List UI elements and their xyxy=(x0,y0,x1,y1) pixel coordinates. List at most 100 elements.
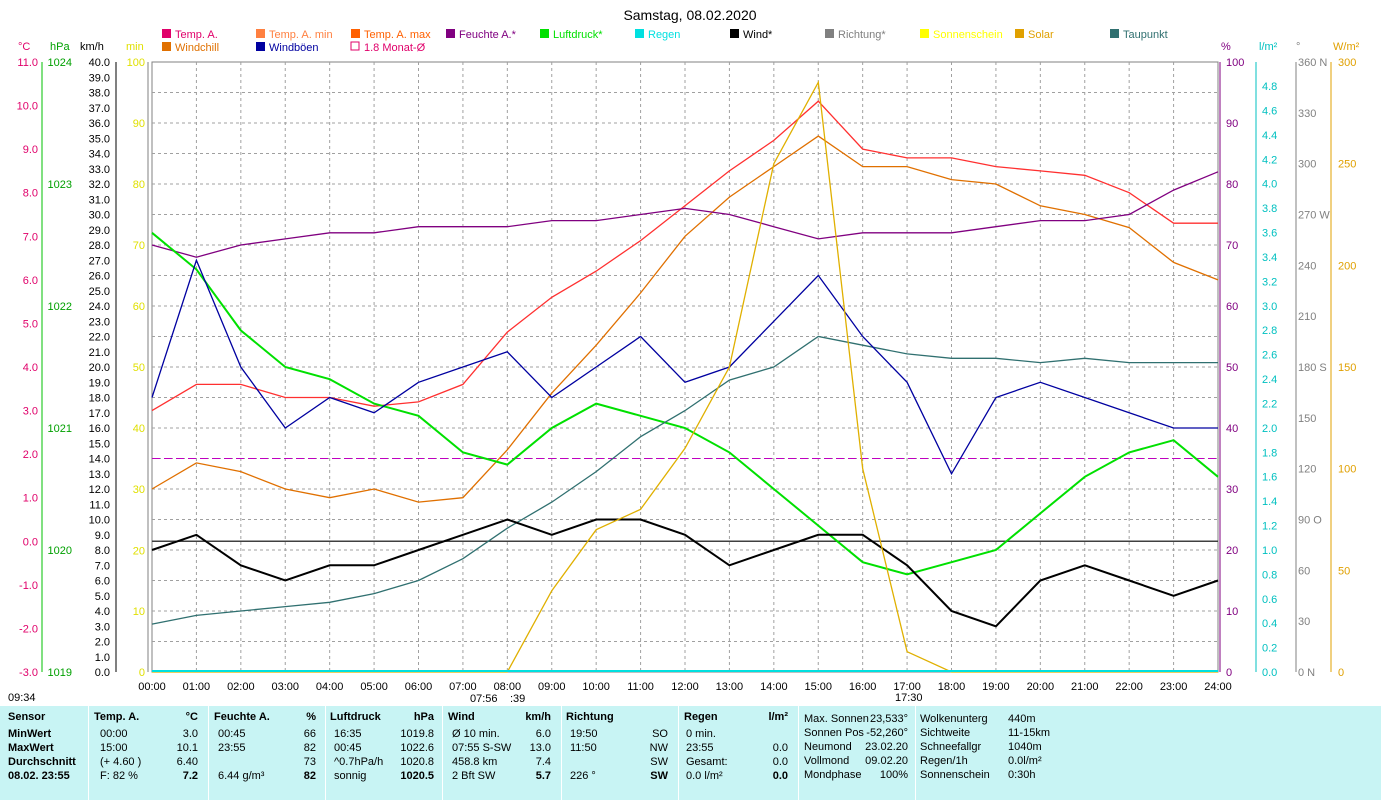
stats-astro-value: 09.02.20 xyxy=(865,755,908,767)
sunrise-label: 07:56 xyxy=(470,693,498,705)
legend-label: Taupunkt xyxy=(1123,29,1168,41)
tick-kmh: 28.0 xyxy=(89,240,110,252)
tick-rain: 0.4 xyxy=(1262,618,1277,630)
stats-wind-label: Ø 10 min. xyxy=(452,728,500,740)
unit-label-temp: °C xyxy=(18,41,30,53)
stats-dir-value: SW xyxy=(650,756,668,768)
tick-pct: 50 xyxy=(1226,362,1238,374)
tick-temp: 11.0 xyxy=(17,57,38,69)
stats-dir-value: SO xyxy=(652,728,668,740)
stats-row-label: MinWert xyxy=(8,728,52,740)
stats-temp-label: 15:00 xyxy=(100,742,128,754)
stats-temp-label: F: 82 % xyxy=(100,770,138,782)
tick-deg: 180 S xyxy=(1298,362,1327,374)
tick-rain: 2.8 xyxy=(1262,325,1277,337)
stats-press-value: 1020.8 xyxy=(400,756,434,768)
stats-press-label: sonnig xyxy=(334,770,367,782)
x-tick-label: 03:00 xyxy=(271,681,299,693)
x-tick-label: 16:00 xyxy=(849,681,877,693)
tick-kmh: 7.0 xyxy=(95,560,110,572)
legend-swatch xyxy=(920,29,929,38)
stats-astro-label: Max. Sonnen xyxy=(804,713,869,725)
tick-temp: -3.0 xyxy=(19,667,38,679)
tick-kmh: 20.0 xyxy=(89,362,110,374)
tick-pct: 10 xyxy=(1226,606,1238,618)
stats-misc-value: 0.0l/m² xyxy=(1008,755,1042,767)
tick-temp: 10.0 xyxy=(17,101,38,113)
tick-pct: 60 xyxy=(1226,301,1238,313)
stats-hum-value: 82 xyxy=(303,770,316,782)
tick-kmh: 37.0 xyxy=(89,103,110,115)
tick-kmh: 12.0 xyxy=(89,484,110,496)
tick-min: 20 xyxy=(133,545,145,557)
stats-astro-value: 23.02.20 xyxy=(865,741,908,753)
tick-kmh: 4.0 xyxy=(95,606,110,618)
x-tick-label: 09:00 xyxy=(538,681,566,693)
x-tick-label: 18:00 xyxy=(938,681,966,693)
x-tick-label: 08:00 xyxy=(494,681,522,693)
tick-kmh: 18.0 xyxy=(89,393,110,405)
stats-wind-value: 7.4 xyxy=(535,756,551,768)
stats-press-label: ^0.7hPa/h xyxy=(334,756,384,768)
weather-chart: Samstag, 08.02.2020 Temp. A. Temp. A. min… xyxy=(8,7,1360,705)
tick-temp: 6.0 xyxy=(23,275,38,287)
chart-title: Samstag, 08.02.2020 xyxy=(623,7,756,23)
tick-kmh: 40.0 xyxy=(89,57,110,69)
tick-kmh: 21.0 xyxy=(89,347,110,359)
tick-min: 70 xyxy=(133,240,145,252)
tick-wm2: 100 xyxy=(1338,464,1356,476)
tick-temp: 3.0 xyxy=(23,406,38,418)
tick-kmh: 10.0 xyxy=(89,515,110,527)
tick-deg: 150 xyxy=(1298,413,1316,425)
stats-rain-label: 23:55 xyxy=(686,742,714,754)
stats-header-rain: Regen xyxy=(684,711,718,723)
tick-wm2: 150 xyxy=(1338,362,1356,374)
tick-pct: 70 xyxy=(1226,240,1238,252)
tick-hpa: 1020 xyxy=(48,545,72,557)
stats-temp-value: 3.0 xyxy=(182,728,198,740)
stats-wind-label: 2 Bft SW xyxy=(452,770,496,782)
stats-hum-label: 6.44 g/m³ xyxy=(218,770,265,782)
x-tick-label: 04:00 xyxy=(316,681,344,693)
tick-kmh: 34.0 xyxy=(89,149,110,161)
tick-kmh: 19.0 xyxy=(89,377,110,389)
tick-kmh: 25.0 xyxy=(89,286,110,298)
stats-rain-value: 0.0 xyxy=(772,756,788,768)
tick-kmh: 32.0 xyxy=(89,179,110,191)
tick-min: 50 xyxy=(133,362,145,374)
x-tick-label: 19:00 xyxy=(982,681,1010,693)
stats-temp-label: (+ 4.60 ) xyxy=(100,756,142,768)
tick-temp: 9.0 xyxy=(23,144,38,156)
tick-kmh: 2.0 xyxy=(95,637,110,649)
tick-hpa: 1019 xyxy=(48,667,72,679)
stats-misc-label: Schneefallgr xyxy=(920,741,982,753)
stats-dir-value: NW xyxy=(649,742,668,754)
tick-wm2: 250 xyxy=(1338,159,1356,171)
legend-swatch xyxy=(162,42,171,51)
tick-min: 80 xyxy=(133,179,145,191)
tick-pct: 20 xyxy=(1226,545,1238,557)
stats-astro-value: 100% xyxy=(879,769,908,781)
tick-wm2: 300 xyxy=(1338,57,1356,69)
tick-kmh: 11.0 xyxy=(89,499,110,511)
time-left: 09:34 xyxy=(8,692,36,704)
tick-min: 10 xyxy=(133,606,145,618)
stats-rain-value: 0.0 xyxy=(772,742,788,754)
tick-rain: 4.6 xyxy=(1262,105,1277,117)
tick-deg: 90 O xyxy=(1298,515,1322,527)
stats-rain-label: 0.0 l/m² xyxy=(686,770,723,782)
unit-label-pct: % xyxy=(1221,41,1231,53)
tick-min: 40 xyxy=(133,423,145,435)
x-tick-label: 12:00 xyxy=(671,681,699,693)
x-tick-label: 11:00 xyxy=(627,681,654,693)
tick-kmh: 14.0 xyxy=(89,454,110,466)
unit-label-wm2: W/m² xyxy=(1333,41,1360,53)
stats-temp-value: 7.2 xyxy=(182,770,198,782)
tick-wm2: 200 xyxy=(1338,260,1356,272)
legend-swatch xyxy=(730,29,739,38)
tick-kmh: 17.0 xyxy=(89,408,110,420)
stats-dir-label: 11:50 xyxy=(570,742,597,754)
stats-header-wind: Wind xyxy=(448,711,475,723)
tick-deg: 210 xyxy=(1298,311,1316,323)
x-tick-label: 24:00 xyxy=(1204,681,1232,693)
